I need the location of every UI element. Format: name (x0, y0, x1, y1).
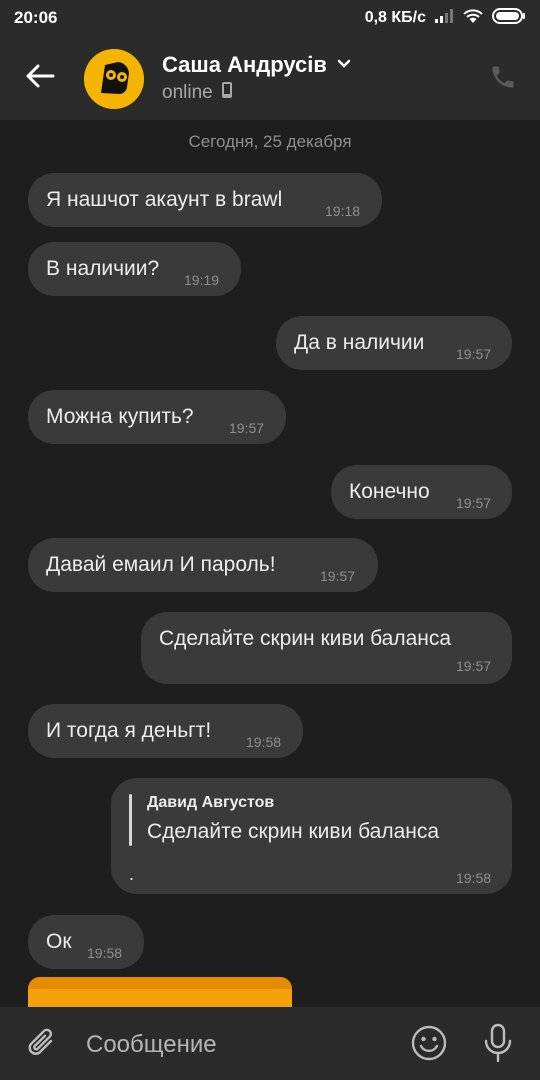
status-time: 20:06 (14, 8, 58, 27)
status-bar: 20:06 0,8 КБ/с (0, 0, 540, 36)
message-incoming[interactable]: И тогда я деньгт! 19:58 (28, 704, 303, 758)
quote-bar (129, 794, 132, 846)
image-message-preview[interactable] (28, 977, 292, 1007)
phone-icon (489, 63, 517, 96)
message-text: Можна купить? (46, 405, 194, 428)
contact-avatar[interactable] (84, 49, 144, 109)
message-time: 19:57 (229, 420, 265, 436)
message-list[interactable]: Сегодня, 25 декабря Я нашчот акаунт в br… (0, 120, 540, 1007)
attachment-icon (27, 1026, 57, 1065)
quoted-text: Сделайте скрин киви баланса (147, 820, 440, 843)
network-speed: 0,8 КБ/с (364, 9, 426, 26)
message-incoming[interactable]: Можна купить? 19:57 (28, 390, 286, 444)
message-outgoing[interactable]: Сделайте скрин киви баланса 19:57 (141, 612, 512, 684)
mobile-device-icon (221, 81, 233, 104)
message-input[interactable] (86, 1027, 386, 1063)
message-text: . (129, 864, 135, 884)
message-time: 19:58 (246, 734, 282, 750)
message-time: 19:57 (456, 495, 492, 511)
message-incoming[interactable]: Я нашчот акаунт в brawl 19:18 (28, 173, 382, 227)
contact-status: online (162, 81, 213, 103)
message-text: И тогда я деньгт! (46, 719, 212, 742)
message-text: Сделайте скрин киви баланса (159, 627, 452, 650)
message-time: 19:57 (320, 568, 356, 584)
message-time: 19:58 (456, 870, 492, 886)
call-button[interactable] (486, 62, 520, 96)
back-button[interactable] (20, 58, 60, 98)
chat-header: Саша Андрусів online (0, 36, 540, 120)
status-icons: 0,8 КБ/с (365, 7, 526, 29)
message-time: 19:58 (87, 945, 123, 961)
message-text: В наличии? (46, 257, 160, 280)
voice-record-button[interactable] (478, 1023, 518, 1067)
message-time: 19:57 (456, 346, 492, 362)
image-preview-statusbar (28, 977, 292, 989)
contact-name-row[interactable]: Саша Андрусів (162, 52, 351, 78)
message-time: 19:57 (456, 658, 492, 674)
chevron-down-icon[interactable] (337, 56, 351, 74)
microphone-icon (483, 1023, 513, 1068)
message-text: Я нашчот акаунт в brawl (46, 188, 283, 211)
attach-button[interactable] (22, 1025, 62, 1065)
message-text: Давай емаил И пароль! (46, 553, 276, 576)
contact-name[interactable]: Саша Андрусів (162, 52, 327, 78)
message-incoming[interactable]: В наличии? 19:19 (28, 242, 241, 296)
wifi-icon (462, 8, 484, 29)
message-incoming[interactable]: Давай емаил И пароль! 19:57 (28, 538, 378, 592)
quoted-author: Давид Августов (147, 794, 275, 811)
message-incoming[interactable]: Ок 19:58 (28, 915, 144, 969)
back-arrow-icon (25, 63, 55, 94)
emoji-button[interactable] (409, 1025, 449, 1065)
message-text: Да в наличии (294, 331, 425, 354)
message-text: Конечно (349, 480, 430, 503)
battery-icon (492, 7, 526, 30)
message-time: 19:19 (184, 272, 220, 288)
composer-bar (0, 1007, 540, 1080)
contact-status-row: online (162, 81, 233, 104)
signal-icon (434, 8, 454, 29)
date-separator: Сегодня, 25 декабря (188, 132, 352, 151)
message-outgoing[interactable]: Да в наличии 19:57 (276, 316, 512, 370)
message-time: 19:18 (325, 203, 361, 219)
message-outgoing[interactable]: Конечно 19:57 (331, 465, 512, 519)
message-text: Ок (46, 930, 72, 953)
message-outgoing-reply[interactable]: Давид Августов Сделайте скрин киви балан… (111, 778, 512, 894)
emoji-icon (411, 1025, 447, 1066)
